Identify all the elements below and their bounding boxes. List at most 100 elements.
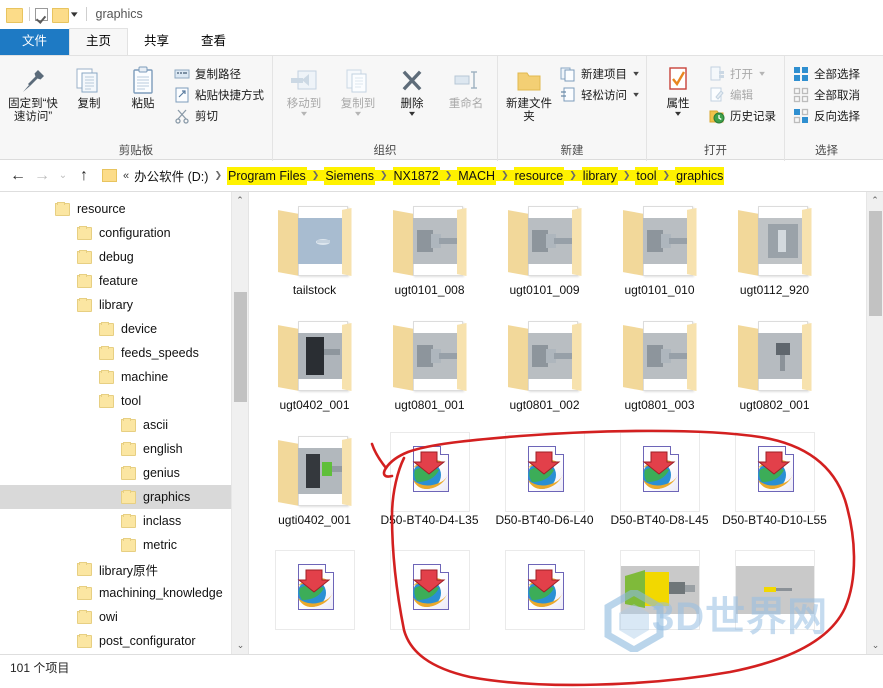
tree-item-feature[interactable]: feature xyxy=(0,269,248,293)
new-item-button[interactable]: 新建项目 ▾ xyxy=(556,63,642,84)
file-item[interactable] xyxy=(602,546,717,654)
tab-home[interactable]: 主页 xyxy=(69,28,129,55)
tree-item-machine[interactable]: machine xyxy=(0,365,248,389)
file-list-scrollbar[interactable]: ⌃ ⌄ xyxy=(866,192,883,654)
tree-item-owi[interactable]: owi xyxy=(0,605,248,629)
open-button[interactable]: 打开 ▾ xyxy=(705,63,780,84)
scroll-down-arrow-icon[interactable]: ⌄ xyxy=(232,637,248,654)
scroll-down-arrow-icon[interactable]: ⌄ xyxy=(867,637,883,654)
chevron-down-icon[interactable]: ▾ xyxy=(355,110,361,118)
file-item[interactable]: D50-BT40-D4-L35 xyxy=(372,428,487,546)
tree-item-configuration[interactable]: configuration xyxy=(0,221,248,245)
copy-path-button[interactable]: 复制路径 xyxy=(170,63,268,84)
forward-button[interactable]: → xyxy=(30,164,54,188)
chevron-down-icon[interactable]: ▾ xyxy=(409,110,415,118)
breadcrumb-item-mach[interactable]: MACH xyxy=(457,166,497,185)
folder-icon[interactable] xyxy=(52,7,69,23)
scrollbar-thumb[interactable] xyxy=(234,292,247,402)
chevron-down-icon[interactable]: ▾ xyxy=(633,69,639,78)
new-folder-button[interactable]: 新建文件夹 xyxy=(502,59,556,124)
history-button[interactable]: 历史记录 xyxy=(705,105,780,126)
properties-checkbox-icon[interactable] xyxy=(35,7,48,21)
file-item[interactable]: ugt0112_920 xyxy=(717,198,832,313)
breadcrumb-item-siemens[interactable]: Siemens xyxy=(324,166,375,185)
edit-button[interactable]: 编辑 xyxy=(705,84,780,105)
tree-item-genius[interactable]: genius xyxy=(0,461,248,485)
file-item[interactable] xyxy=(487,546,602,654)
copy-to-button[interactable]: 复制到 ▾ xyxy=(331,59,385,118)
paste-shortcut-button[interactable]: 粘贴快捷方式 xyxy=(170,84,268,105)
breadcrumb-item-drive[interactable]: 办公软件 (D:) xyxy=(133,164,209,187)
scroll-up-arrow-icon[interactable]: ⌃ xyxy=(867,192,883,209)
tree-item-ascii[interactable]: ascii xyxy=(0,413,248,437)
tree-item-post_configurator[interactable]: post_configurator xyxy=(0,629,248,653)
breadcrumb-item-tool[interactable]: tool xyxy=(635,166,658,185)
tree-item-english[interactable]: english xyxy=(0,437,248,461)
folder-thumbnail-icon xyxy=(392,206,467,278)
easy-access-button[interactable]: 轻松访问 ▾ xyxy=(556,84,642,105)
breadcrumb-item-graphics[interactable]: graphics xyxy=(675,166,725,185)
chevron-down-icon[interactable]: ▾ xyxy=(675,110,681,118)
file-item[interactable]: ugt0801_001 xyxy=(372,313,487,428)
file-list-pane[interactable]: tailstock ugt0101_008 ugt0101_009 ugt0101_0… xyxy=(249,192,883,654)
tab-file[interactable]: 文件 xyxy=(0,29,70,55)
tree-item-library-[interactable]: library原件 xyxy=(0,557,248,581)
tab-view[interactable]: 查看 xyxy=(185,29,242,55)
cut-button[interactable]: 剪切 xyxy=(170,105,268,126)
tree-item-machining_knowledge[interactable]: machining_knowledge xyxy=(0,581,248,605)
scrollbar-thumb[interactable] xyxy=(869,211,882,316)
tree-item-feeds_speeds[interactable]: feeds_speeds xyxy=(0,341,248,365)
tree-item-library[interactable]: library xyxy=(0,293,248,317)
file-item[interactable]: tailstock xyxy=(257,198,372,313)
copy-button[interactable]: 复制 xyxy=(62,59,116,111)
file-item[interactable] xyxy=(717,546,832,654)
file-item[interactable]: ugt0801_003 xyxy=(602,313,717,428)
tree-item-graphics[interactable]: graphics xyxy=(0,485,248,509)
tree-item-inclass[interactable]: inclass xyxy=(0,509,248,533)
paste-shortcut-label: 粘贴快捷方式 xyxy=(195,89,264,102)
pin-to-quick-access-button[interactable]: 固定到“快速访问” xyxy=(4,59,62,124)
tree-item-resource[interactable]: resource xyxy=(0,197,248,221)
customize-quick-access-caret-icon[interactable]: ▾ xyxy=(71,9,78,20)
move-to-button[interactable]: 移动到 ▾ xyxy=(277,59,331,118)
file-item[interactable]: D50-BT40-D10-L55 xyxy=(717,428,832,546)
select-all-button[interactable]: 全部选择 xyxy=(789,63,864,84)
file-item[interactable]: D50-BT40-D6-L40 xyxy=(487,428,602,546)
file-item[interactable] xyxy=(372,546,487,654)
file-item[interactable]: ugt0802_001 xyxy=(717,313,832,428)
breadcrumb-item-program-files[interactable]: Program Files xyxy=(226,166,307,185)
scroll-up-arrow-icon[interactable]: ⌃ xyxy=(232,192,248,209)
file-item[interactable]: ugti0402_001 xyxy=(257,428,372,543)
breadcrumb-item-library[interactable]: library xyxy=(581,166,618,185)
file-item[interactable]: ugt0101_010 xyxy=(602,198,717,313)
tree-item-metric[interactable]: metric xyxy=(0,533,248,557)
file-item[interactable]: D50-BT40-D8-L45 xyxy=(602,428,717,546)
breadcrumb-overflow[interactable]: « xyxy=(122,170,133,182)
up-button[interactable]: ↑ xyxy=(72,164,96,188)
tree-item-device[interactable]: device xyxy=(0,317,248,341)
breadcrumb-item-nx1872[interactable]: NX1872 xyxy=(392,166,440,185)
file-item[interactable] xyxy=(257,546,372,654)
tree-item-tool[interactable]: tool xyxy=(0,389,248,413)
tree-scrollbar[interactable]: ⌃ ⌄ xyxy=(231,192,248,654)
tab-share[interactable]: 共享 xyxy=(128,29,185,55)
breadcrumb-item-resource[interactable]: resource xyxy=(513,166,565,185)
paste-button[interactable]: 粘贴 xyxy=(116,59,170,111)
delete-button[interactable]: 删除 ▾ xyxy=(385,59,439,118)
chevron-down-icon[interactable]: ▾ xyxy=(759,69,765,78)
tree-item-debug[interactable]: debug xyxy=(0,245,248,269)
chevron-down-icon[interactable]: ▾ xyxy=(633,90,639,99)
file-item[interactable]: ugt0402_001 xyxy=(257,313,372,428)
file-item[interactable]: ugt0101_009 xyxy=(487,198,602,313)
select-none-button[interactable]: 全部取消 xyxy=(789,84,864,105)
properties-button[interactable]: 属性 ▾ xyxy=(651,59,705,118)
back-button[interactable]: ← xyxy=(6,164,30,188)
breadcrumb[interactable]: « 办公软件 (D:) ❯ Program Files ❯ Siemens ❯ … xyxy=(102,163,877,188)
chevron-down-icon[interactable]: ▾ xyxy=(301,110,307,118)
file-item[interactable]: ugt0801_002 xyxy=(487,313,602,428)
rename-button[interactable]: 重命名 xyxy=(439,59,493,111)
recent-locations-button[interactable]: ⌄ xyxy=(54,164,72,188)
invert-selection-label: 反向选择 xyxy=(814,110,861,123)
file-item[interactable]: ugt0101_008 xyxy=(372,198,487,313)
invert-selection-button[interactable]: 反向选择 xyxy=(789,105,864,126)
